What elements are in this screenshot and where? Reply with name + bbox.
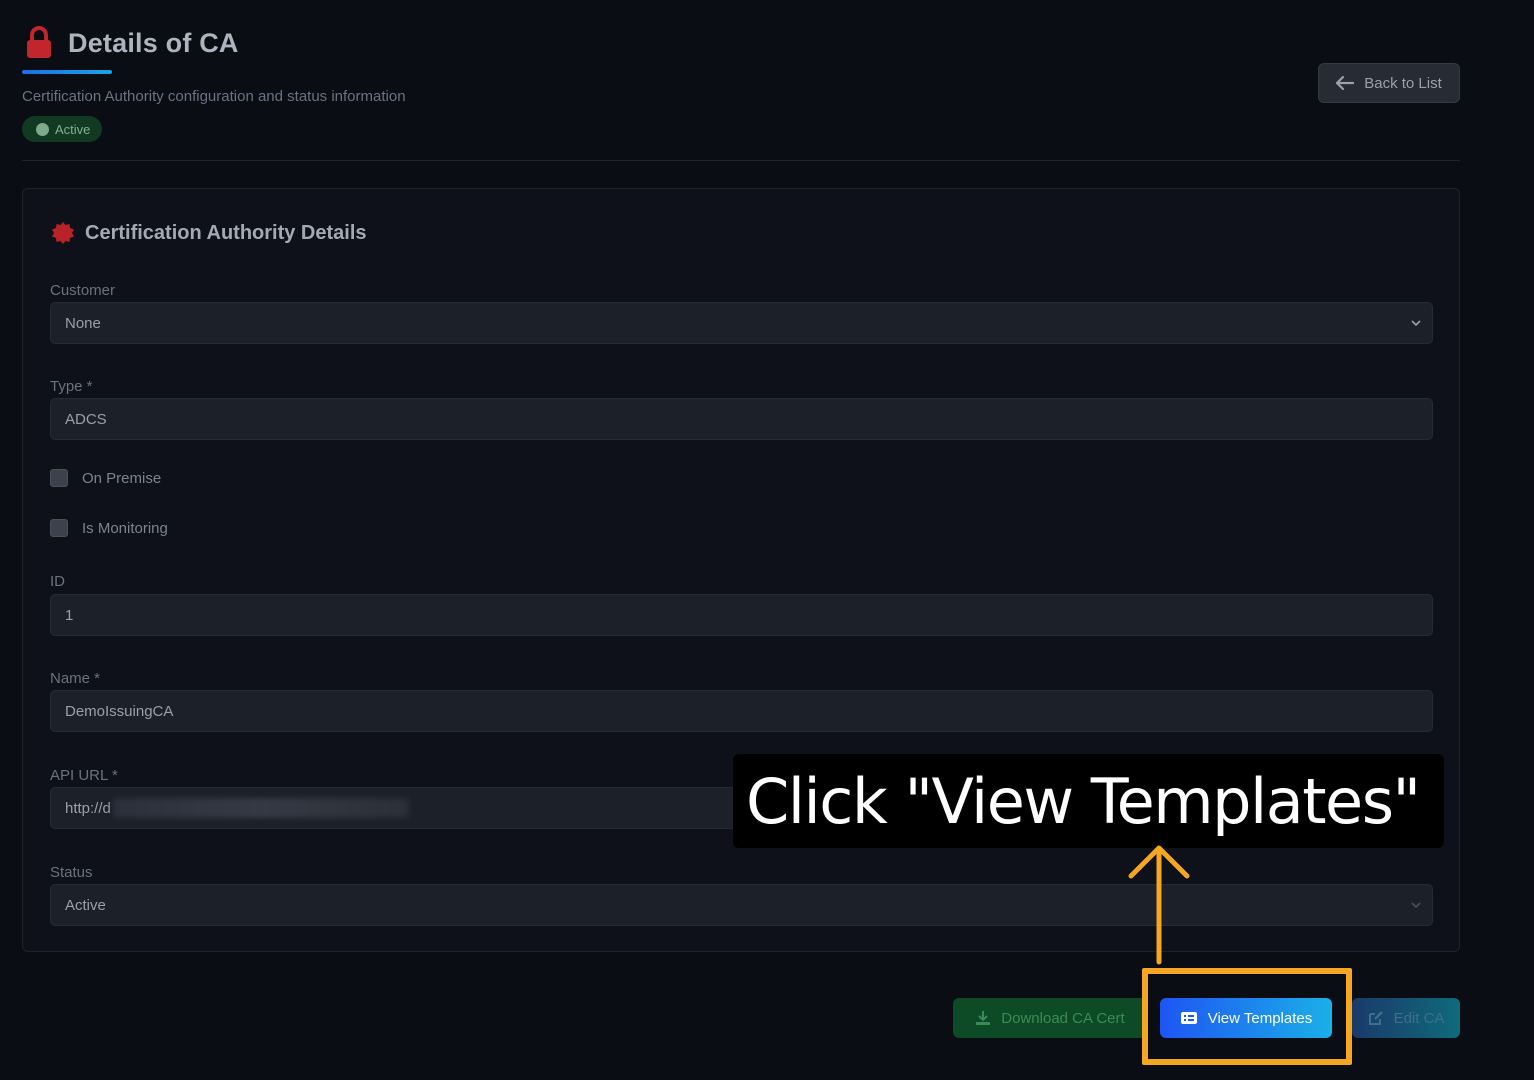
download-ca-cert-button[interactable]: Download CA Cert	[953, 998, 1147, 1038]
chevron-down-icon	[1411, 902, 1421, 909]
download-ca-cert-label: Download CA Cert	[1001, 1009, 1125, 1027]
type-value: ADCS	[65, 410, 107, 428]
customer-select[interactable]: None	[50, 302, 1433, 344]
is-monitoring-label: Is Monitoring	[82, 519, 168, 537]
status-badge-label: Active	[55, 121, 91, 137]
highlight-box	[1142, 968, 1352, 1065]
back-to-list-label: Back to List	[1364, 74, 1442, 92]
id-value: 1	[65, 606, 74, 624]
api-url-value: http://d	[65, 799, 111, 817]
download-icon	[976, 1011, 991, 1025]
is-monitoring-checkbox[interactable]	[50, 519, 68, 537]
page-title: Details of CA	[68, 27, 239, 58]
edit-ca-button[interactable]: Edit CA	[1352, 998, 1460, 1038]
lock-icon	[27, 26, 51, 58]
certificate-icon	[52, 222, 74, 244]
back-to-list-button[interactable]: Back to List	[1318, 63, 1460, 103]
id-field[interactable]: 1	[50, 594, 1433, 636]
page: Details of CA Certification Authority co…	[0, 0, 1534, 1080]
instruction-callout: Click "View Templates"	[733, 754, 1444, 848]
id-label: ID	[50, 573, 65, 590]
on-premise-label: On Premise	[82, 469, 162, 487]
on-premise-row[interactable]: On Premise	[50, 469, 161, 487]
edit-icon	[1368, 1011, 1383, 1025]
type-field[interactable]: ADCS	[50, 398, 1433, 440]
is-monitoring-row[interactable]: Is Monitoring	[50, 519, 168, 537]
api-url-label: API URL *	[50, 767, 118, 784]
status-dot	[36, 122, 49, 136]
on-premise-checkbox[interactable]	[50, 469, 68, 487]
page-header: Details of CA	[24, 26, 239, 60]
customer-label: Customer	[50, 282, 116, 299]
chevron-down-icon	[1411, 320, 1421, 327]
status-badge: Active	[22, 116, 103, 142]
card-title: Certification Authority Details	[51, 221, 367, 245]
status-select[interactable]: Active	[50, 884, 1433, 926]
name-value: DemoIssuingCA	[65, 702, 174, 720]
edit-ca-label: Edit CA	[1393, 1009, 1445, 1027]
card-title-text: Certification Authority Details	[85, 221, 367, 244]
name-field[interactable]: DemoIssuingCA	[50, 690, 1433, 732]
type-label: Type *	[50, 378, 93, 395]
arrow-left-icon	[1336, 76, 1355, 90]
status-value: Active	[65, 896, 106, 914]
header-divider	[22, 160, 1460, 161]
arrow-up-icon	[1128, 845, 1190, 965]
page-subtitle: Certification Authority configuration an…	[22, 88, 406, 105]
redacted-url	[112, 798, 409, 818]
customer-value: None	[65, 314, 101, 332]
name-label: Name *	[50, 670, 101, 687]
title-underline	[22, 70, 112, 74]
status-label: Status	[50, 864, 93, 881]
